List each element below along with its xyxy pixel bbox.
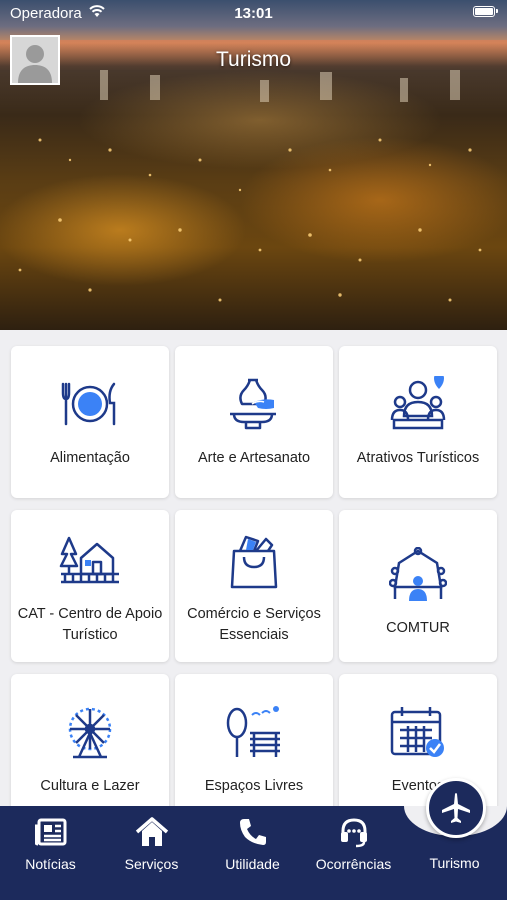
card-cat[interactable]: CAT - Centro de Apoio Turístico [11,510,169,662]
plate-cutlery-icon [58,372,122,436]
airplane-icon [442,793,470,823]
nav-label: Ocorrências [315,856,392,872]
phone-icon [202,814,303,850]
headset-icon [303,814,404,850]
shopping-bag-icon [222,530,286,594]
battery-icon [473,6,498,17]
newspaper-icon [0,814,101,850]
nav-utilidade[interactable]: Utilidade [202,806,303,900]
nav-ocorrencias[interactable]: Ocorrências [303,806,404,900]
card-label: Espaços Livres [204,778,304,794]
status-bar: Operadora 13:01 [0,0,507,28]
card-label: COMTUR [386,620,450,636]
nav-label: Notícias [25,856,76,872]
nav-noticias[interactable]: Notícias [0,806,101,900]
nav-servicos[interactable]: Serviços [101,806,202,900]
hero-banner: Operadora 13:01 Turismo [0,0,507,330]
tour-guide-icon [386,372,450,436]
card-comtur[interactable]: COMTUR [339,510,497,662]
card-label: Atrativos Turísticos [356,450,480,466]
ferris-wheel-icon [58,700,122,764]
card-label: Comércio e Serviços Essenciais [187,606,321,643]
card-label: Cultura e Lazer [40,778,140,794]
card-alimentacao[interactable]: Alimentação [11,346,169,498]
page-title: Turismo [215,48,292,71]
calendar-check-icon [386,700,450,764]
card-atrativos-turisticos[interactable]: Atrativos Turísticos [339,346,497,498]
house-tree-icon [58,530,122,594]
card-label: Alimentação [50,450,130,466]
card-cultura-lazer[interactable]: Cultura e Lazer [11,674,169,826]
nav-label: Utilidade [225,856,280,872]
meeting-table-icon [386,544,450,608]
card-label: CAT - Centro de Apoio Turístico [17,606,163,643]
turismo-fab-button[interactable] [426,778,486,838]
park-bench-icon [222,700,286,764]
clock: 13:01 [234,5,273,22]
card-espacos-livres[interactable]: Espaços Livres [175,674,333,826]
card-comercio-servicos[interactable]: Comércio e Serviços Essenciais [175,510,333,662]
home-icon [101,814,202,850]
card-label: Arte e Artesanato [197,450,311,466]
nav-label: Turismo [429,855,480,871]
pottery-icon [222,372,286,436]
nav-label: Serviços [124,856,179,872]
card-arte-artesanato[interactable]: Arte e Artesanato [175,346,333,498]
